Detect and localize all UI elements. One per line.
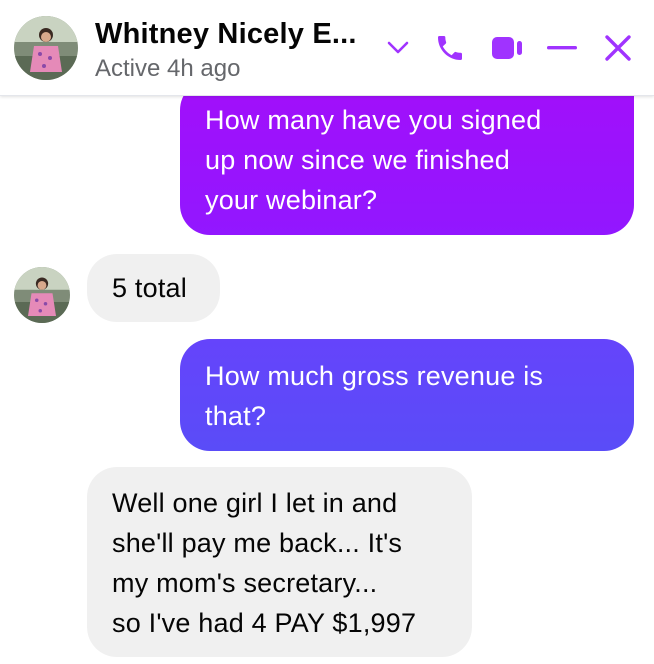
minimize-icon[interactable]	[544, 30, 580, 66]
close-icon[interactable]	[600, 30, 636, 66]
message-line: How many have you signed	[205, 105, 542, 135]
active-status: Active 4h ago	[95, 55, 241, 82]
message-line: so I've had 4 PAY $1,997	[112, 608, 417, 638]
chat-window: Whitney Nicely E... Active 4h ago How ma…	[0, 0, 654, 664]
video-icon[interactable]	[489, 30, 527, 66]
incoming-message[interactable]: Well one girl I let in and she'll pay me…	[87, 467, 472, 657]
contact-avatar-small[interactable]	[14, 267, 70, 323]
message-line: my mom's secretary...	[112, 568, 378, 598]
message-line: Well one girl I let in and	[112, 488, 398, 518]
phone-icon[interactable]	[432, 30, 468, 66]
message-line: she'll pay me back... It's	[112, 528, 403, 558]
message-line: 5 total	[112, 273, 187, 303]
chat-header: Whitney Nicely E... Active 4h ago	[0, 0, 654, 96]
message-line: How much gross revenue is	[205, 361, 544, 391]
outgoing-message[interactable]: How many have you signed up now since we…	[180, 80, 634, 235]
incoming-message[interactable]: 5 total	[87, 254, 220, 322]
contact-name[interactable]: Whitney Nicely E...	[95, 18, 357, 51]
message-line: that?	[205, 401, 267, 431]
message-line: up now since we finished	[205, 145, 510, 175]
outgoing-message[interactable]: How much gross revenue is that?	[180, 339, 634, 451]
chevron-down-icon[interactable]	[384, 34, 412, 62]
message-line: your webinar?	[205, 185, 378, 215]
contact-avatar[interactable]	[14, 16, 78, 80]
